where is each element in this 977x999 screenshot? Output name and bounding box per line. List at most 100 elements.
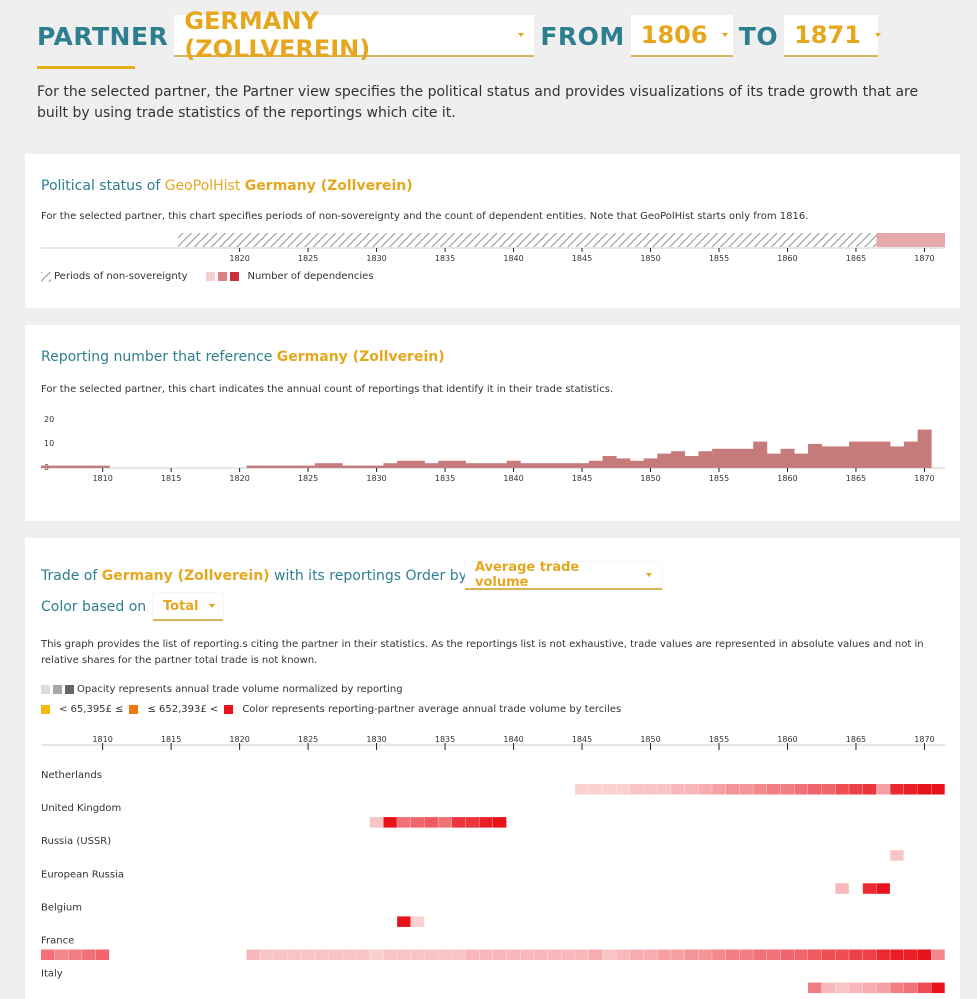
bar	[342, 465, 357, 468]
bar	[424, 463, 439, 468]
x-tick-label: 1830	[366, 254, 386, 263]
heat-cell	[451, 817, 466, 828]
panel-title: Political status of GeoPolHist Germany (…	[41, 178, 413, 194]
heat-cell	[862, 784, 877, 795]
x-tick-label: 1825	[298, 474, 318, 483]
title-prefix: Reporting number that reference	[41, 349, 277, 365]
heat-cell	[753, 949, 767, 960]
bar	[794, 453, 809, 468]
heat-cell	[821, 949, 836, 960]
partner-label: PARTNER	[37, 21, 169, 51]
bar	[780, 448, 795, 468]
from-select[interactable]: 1806	[630, 15, 733, 57]
x-tick-label: 1865	[846, 735, 866, 744]
heat-cell	[246, 949, 260, 960]
x-tick-label: 1825	[298, 735, 318, 744]
x-tick-label: 1830	[366, 474, 386, 483]
x-tick-label: 1810	[92, 735, 112, 744]
heat-cell	[493, 817, 507, 828]
heat-cell	[575, 784, 589, 795]
x-tick-label: 1845	[572, 735, 592, 744]
heat-cell	[602, 949, 616, 960]
heat-cell	[862, 883, 877, 894]
panel-title: Reporting number that reference Germany …	[41, 349, 445, 365]
hatch-legend-icon	[41, 271, 51, 282]
color-based-select[interactable]: Total	[153, 593, 223, 621]
heat-cell	[835, 982, 849, 994]
heat-cell	[684, 784, 699, 795]
heat-cell	[821, 784, 836, 795]
bar	[356, 465, 371, 468]
x-tick-label: 1815	[161, 474, 181, 483]
heat-cell	[725, 784, 740, 795]
heat-cell	[356, 949, 370, 960]
legend-swatch-dark	[229, 272, 239, 281]
title-source-link[interactable]: GeoPolHist	[165, 178, 241, 194]
bar	[397, 460, 412, 468]
heat-cell	[931, 949, 945, 960]
trade-heatmap-chart: 1810 1815 1820 1825 1830 1835 1840 1845 1850 1855…	[41, 735, 945, 994]
bar	[602, 456, 617, 468]
heat-cell	[712, 949, 726, 960]
heat-cell	[465, 817, 480, 828]
bar	[835, 446, 850, 468]
dependency-band	[876, 233, 945, 247]
heat-cell	[808, 949, 822, 960]
x-tick-label: 1830	[366, 735, 386, 744]
from-label: FROM	[540, 21, 625, 51]
heat-cell	[794, 949, 808, 960]
bar	[547, 463, 562, 468]
heat-cell	[602, 784, 616, 795]
heat-cell	[890, 784, 904, 795]
row-label: Netherlands	[41, 770, 102, 781]
heat-cell	[479, 817, 493, 828]
row-label: United Kingdom	[41, 803, 121, 814]
heat-cell	[657, 784, 671, 795]
heat-cell	[82, 949, 96, 960]
from-select-value: 1806	[640, 21, 708, 49]
bar	[876, 441, 891, 468]
intro-text: For the selected partner, the Partner vi…	[37, 84, 919, 121]
heat-cell	[260, 949, 274, 960]
panel-description: For the selected partner, this chart ind…	[41, 384, 614, 395]
heat-cell	[438, 817, 452, 828]
heat-cell	[725, 949, 740, 960]
heat-cell	[369, 949, 384, 960]
bar	[821, 446, 836, 468]
opacity-swatch-mid	[53, 685, 62, 694]
partner-select[interactable]: GERMANY (ZOLLVEREIN)	[174, 7, 535, 63]
heat-cell	[917, 982, 932, 994]
order-by-value: Average trade volume	[475, 560, 580, 590]
political-status-panel: Political status of GeoPolHist Germany (…	[25, 154, 960, 308]
bar	[410, 460, 425, 468]
heat-cell	[917, 949, 932, 960]
heat-cell	[588, 949, 603, 960]
heat-cell	[328, 949, 343, 960]
heat-cell	[862, 949, 877, 960]
heat-cell	[849, 784, 863, 795]
bar	[260, 465, 275, 468]
bar	[301, 465, 316, 468]
bar	[479, 463, 494, 468]
bar	[657, 453, 672, 468]
color-based-value: Total	[163, 598, 199, 614]
bar	[328, 463, 343, 468]
opacity-swatch-dark	[65, 685, 74, 694]
row-label: European Russia	[41, 869, 124, 880]
heat-cell	[397, 949, 411, 960]
bar	[684, 456, 699, 468]
x-tick-label: 1820	[229, 474, 249, 483]
heat-cell	[794, 784, 808, 795]
bar	[383, 463, 398, 468]
bar	[82, 465, 97, 468]
trade-panel: Trade of Germany (Zollverein) with its r…	[25, 538, 960, 999]
to-select[interactable]: 1871	[784, 15, 881, 57]
bar	[808, 444, 823, 468]
row-label: France	[41, 936, 74, 947]
bar	[698, 451, 713, 468]
heat-cell	[383, 817, 397, 828]
bar	[725, 448, 740, 468]
heat-cell	[369, 817, 384, 828]
x-tick-label: 1835	[435, 735, 455, 744]
order-by-select[interactable]: Average trade volume	[465, 560, 662, 590]
